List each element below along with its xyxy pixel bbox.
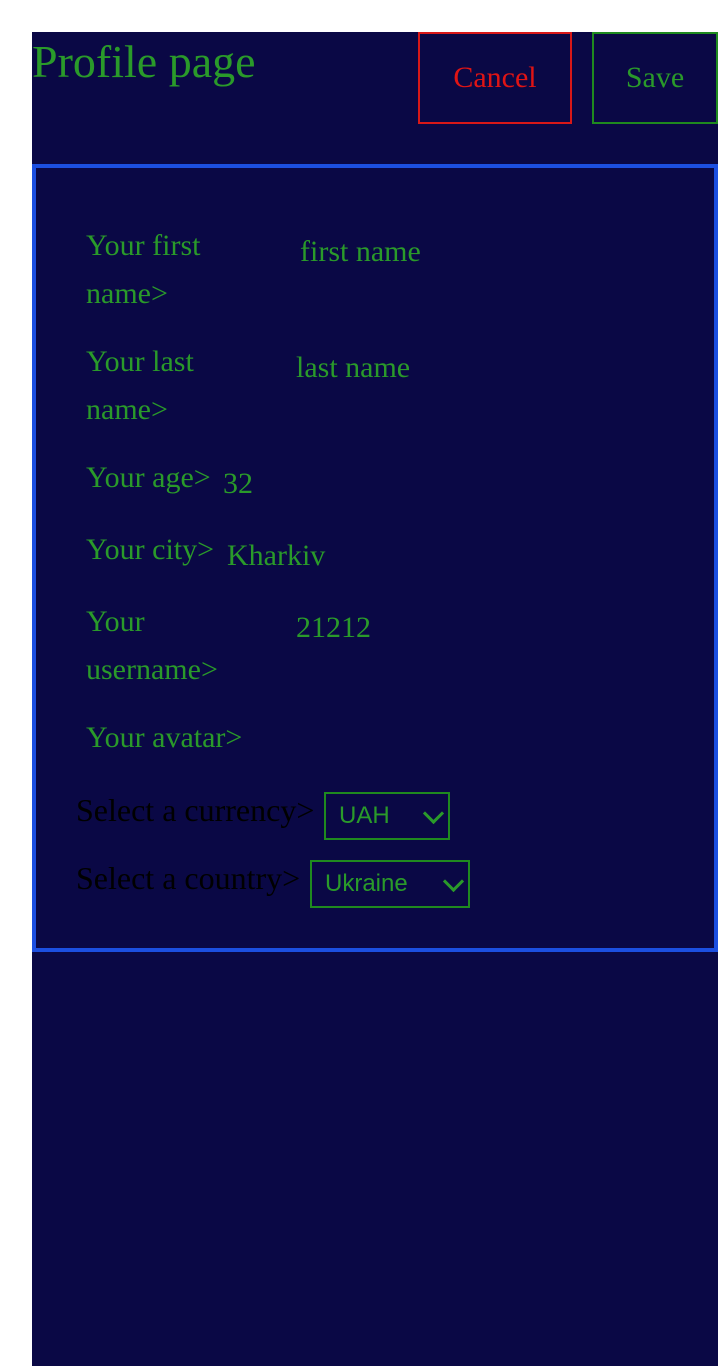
currency-select[interactable]: UAH [324, 792, 450, 840]
last-name-label-line1: Your last [86, 345, 194, 378]
avatar-label: Your avatar> [86, 721, 243, 754]
currency-label: Select a currency> [76, 792, 315, 828]
username-label-line2: username> [86, 653, 218, 686]
country-select[interactable]: Ukraine [310, 860, 470, 908]
cancel-button[interactable]: Cancel [418, 32, 572, 124]
first-name-label: Your first name> [86, 222, 200, 318]
profile-page: Profile page Cancel Save Your first name… [32, 32, 718, 1366]
last-name-label: Your last name> [86, 338, 194, 434]
save-button[interactable]: Save [592, 32, 718, 124]
username-value[interactable]: 21212 [296, 610, 371, 646]
last-name-label-line2: name> [86, 393, 168, 426]
chevron-down-icon [442, 870, 465, 893]
age-label: Your age> [86, 461, 211, 494]
first-name-label-line1: Your first [86, 229, 201, 262]
country-selected-value: Ukraine [325, 870, 408, 897]
first-name-value[interactable]: first name [300, 234, 421, 270]
age-value[interactable]: 32 [223, 466, 253, 502]
city-label: Your city> [86, 533, 215, 566]
country-label: Select a country> [76, 860, 301, 896]
city-value[interactable]: Kharkiv [227, 538, 325, 574]
profile-form: Your first name> first name Your last na… [32, 164, 718, 952]
last-name-value[interactable]: last name [296, 350, 410, 386]
username-label: Your username> [86, 598, 218, 694]
page-title: Profile page [32, 36, 256, 87]
first-name-label-line2: name> [86, 277, 168, 310]
username-label-line1: Your [86, 605, 145, 638]
chevron-down-icon [422, 802, 445, 825]
currency-selected-value: UAH [339, 802, 390, 829]
